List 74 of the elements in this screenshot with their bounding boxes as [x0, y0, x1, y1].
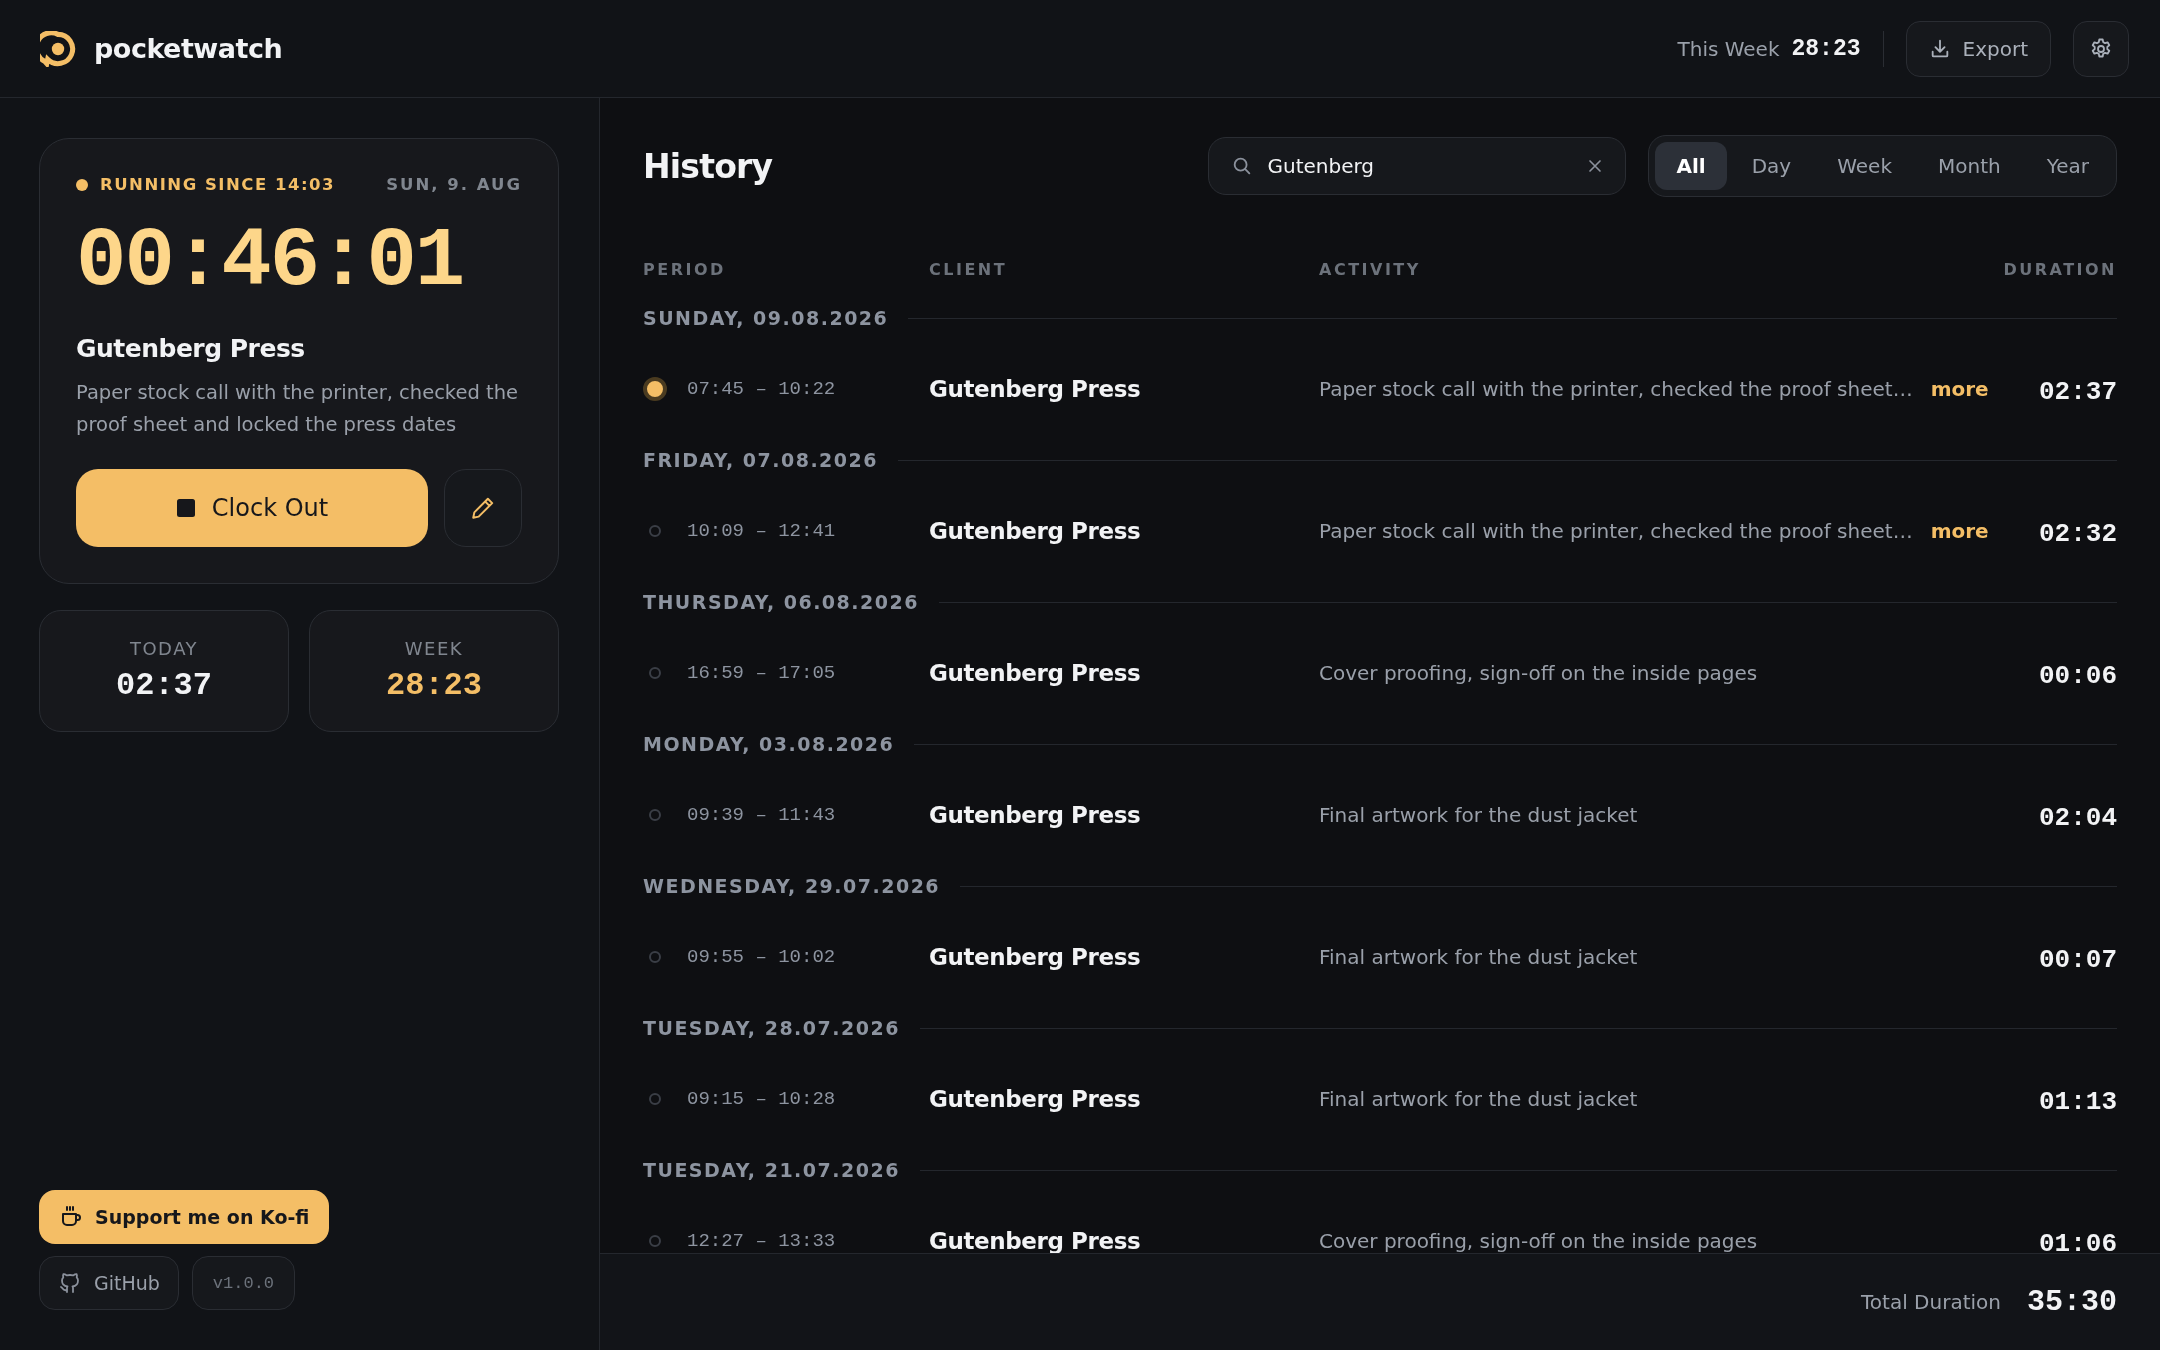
week-total: 28:23 [1791, 35, 1861, 62]
period-tab[interactable]: Week [1816, 142, 1913, 190]
elapsed-time: 00:46:01 [76, 216, 465, 309]
client-name: Gutenberg Press [929, 518, 1142, 544]
search-input[interactable]: Gutenberg [1265, 153, 1574, 179]
logo-icon [40, 30, 76, 67]
github-button[interactable]: GitHub [39, 1256, 179, 1310]
clock-out-button[interactable]: Clock Out [76, 469, 428, 548]
period-tab[interactable]: All [1655, 142, 1727, 190]
history-title: History [643, 146, 773, 186]
day-heading: SUNDAY, 09.08.2026 [643, 307, 889, 329]
duration-value: 01:06 [2039, 1228, 2117, 1253]
duration-value: 01:13 [2039, 1086, 2117, 1117]
search-box[interactable]: Gutenberg [1208, 137, 1627, 195]
period-time: 09:55 – 10:02 [687, 946, 836, 968]
column-header: DURATION [2003, 259, 2117, 279]
stat-value: 28:23 [386, 667, 482, 705]
client-name: Gutenberg Press [929, 1086, 1142, 1112]
github-icon [58, 1271, 82, 1295]
duration-value: 02:37 [2039, 376, 2117, 407]
day-heading: THURSDAY, 06.08.2026 [643, 591, 919, 613]
stop-icon [175, 498, 196, 519]
day-heading: MONDAY, 03.08.2026 [643, 733, 895, 755]
running-dot [76, 178, 88, 191]
more-link[interactable]: more [1930, 377, 1989, 401]
export-button[interactable]: Export [1905, 20, 2051, 77]
period-time: 12:27 – 13:33 [687, 1230, 836, 1252]
day-heading: WEDNESDAY, 29.07.2026 [643, 875, 941, 897]
period-time: 09:15 – 10:28 [687, 1088, 836, 1110]
day-heading: TUESDAY, 28.07.2026 [643, 1017, 900, 1039]
activity-text: Cover proofing, sign-off on the inside pages [1319, 661, 1758, 685]
client-name: Gutenberg Press [929, 376, 1142, 402]
column-header: ACTIVITY [1319, 259, 1422, 279]
week-label: This Week [1677, 36, 1780, 61]
total-duration: 35:30 [2027, 1285, 2117, 1319]
settings-button[interactable] [2073, 20, 2129, 77]
period-tab[interactable]: Month [1916, 142, 2022, 190]
day-heading: FRIDAY, 07.08.2026 [643, 449, 878, 471]
period-tab[interactable]: Year [2025, 142, 2110, 190]
activity-text: Final artwork for the dust jacket [1319, 945, 1638, 969]
column-header: CLIENT [929, 259, 1009, 279]
stat-value: 02:37 [116, 667, 212, 705]
period-time: 10:09 – 12:41 [687, 520, 836, 542]
day-heading: TUESDAY, 21.07.2026 [643, 1159, 900, 1181]
support-button[interactable]: Support me on Ko-fi [39, 1190, 330, 1244]
running-label: RUNNING SINCE 14:03 [100, 175, 335, 194]
activity-text: Cover proofing, sign-off on the inside pages [1319, 1229, 1758, 1253]
pencil-icon [470, 495, 496, 522]
activity-description: Paper stock call with the printer, checked the proof sheet and locked the press dates [76, 380, 520, 439]
stat-label: TODAY [129, 638, 199, 660]
activity-text: Paper stock call with the printer, checked the proof sheet… [1319, 377, 1913, 401]
stat-label: WEEK [404, 638, 464, 660]
app-name: pocketwatch [94, 33, 283, 64]
client-name: Gutenberg Press [76, 334, 306, 364]
activity-text: Final artwork for the dust jacket [1319, 803, 1638, 827]
column-header: PERIOD [643, 259, 727, 279]
duration-value: 00:06 [2039, 660, 2117, 691]
client-name: Gutenberg Press [929, 802, 1142, 828]
period-time: 16:59 – 17:05 [687, 662, 836, 684]
duration-value: 02:32 [2039, 518, 2117, 549]
more-link[interactable]: more [1930, 519, 1989, 543]
total-label: Total Duration [1861, 1290, 2001, 1314]
duration-value: 00:07 [2039, 944, 2117, 975]
client-name: Gutenberg Press [929, 944, 1142, 970]
period-time: 09:39 – 11:43 [687, 804, 836, 826]
period-tab[interactable]: Day [1730, 142, 1813, 190]
activity-text: Paper stock call with the printer, checked the proof sheet… [1319, 519, 1913, 543]
client-name: Gutenberg Press [929, 660, 1142, 686]
period-time: 07:45 – 10:22 [687, 378, 836, 400]
version-label: v1.0.0 [191, 1256, 296, 1310]
duration-value: 02:04 [2039, 802, 2117, 833]
cup-icon [59, 1205, 83, 1229]
activity-text: Final artwork for the dust jacket [1319, 1087, 1638, 1111]
timer-date: SUN, 9. AUG [386, 175, 522, 194]
